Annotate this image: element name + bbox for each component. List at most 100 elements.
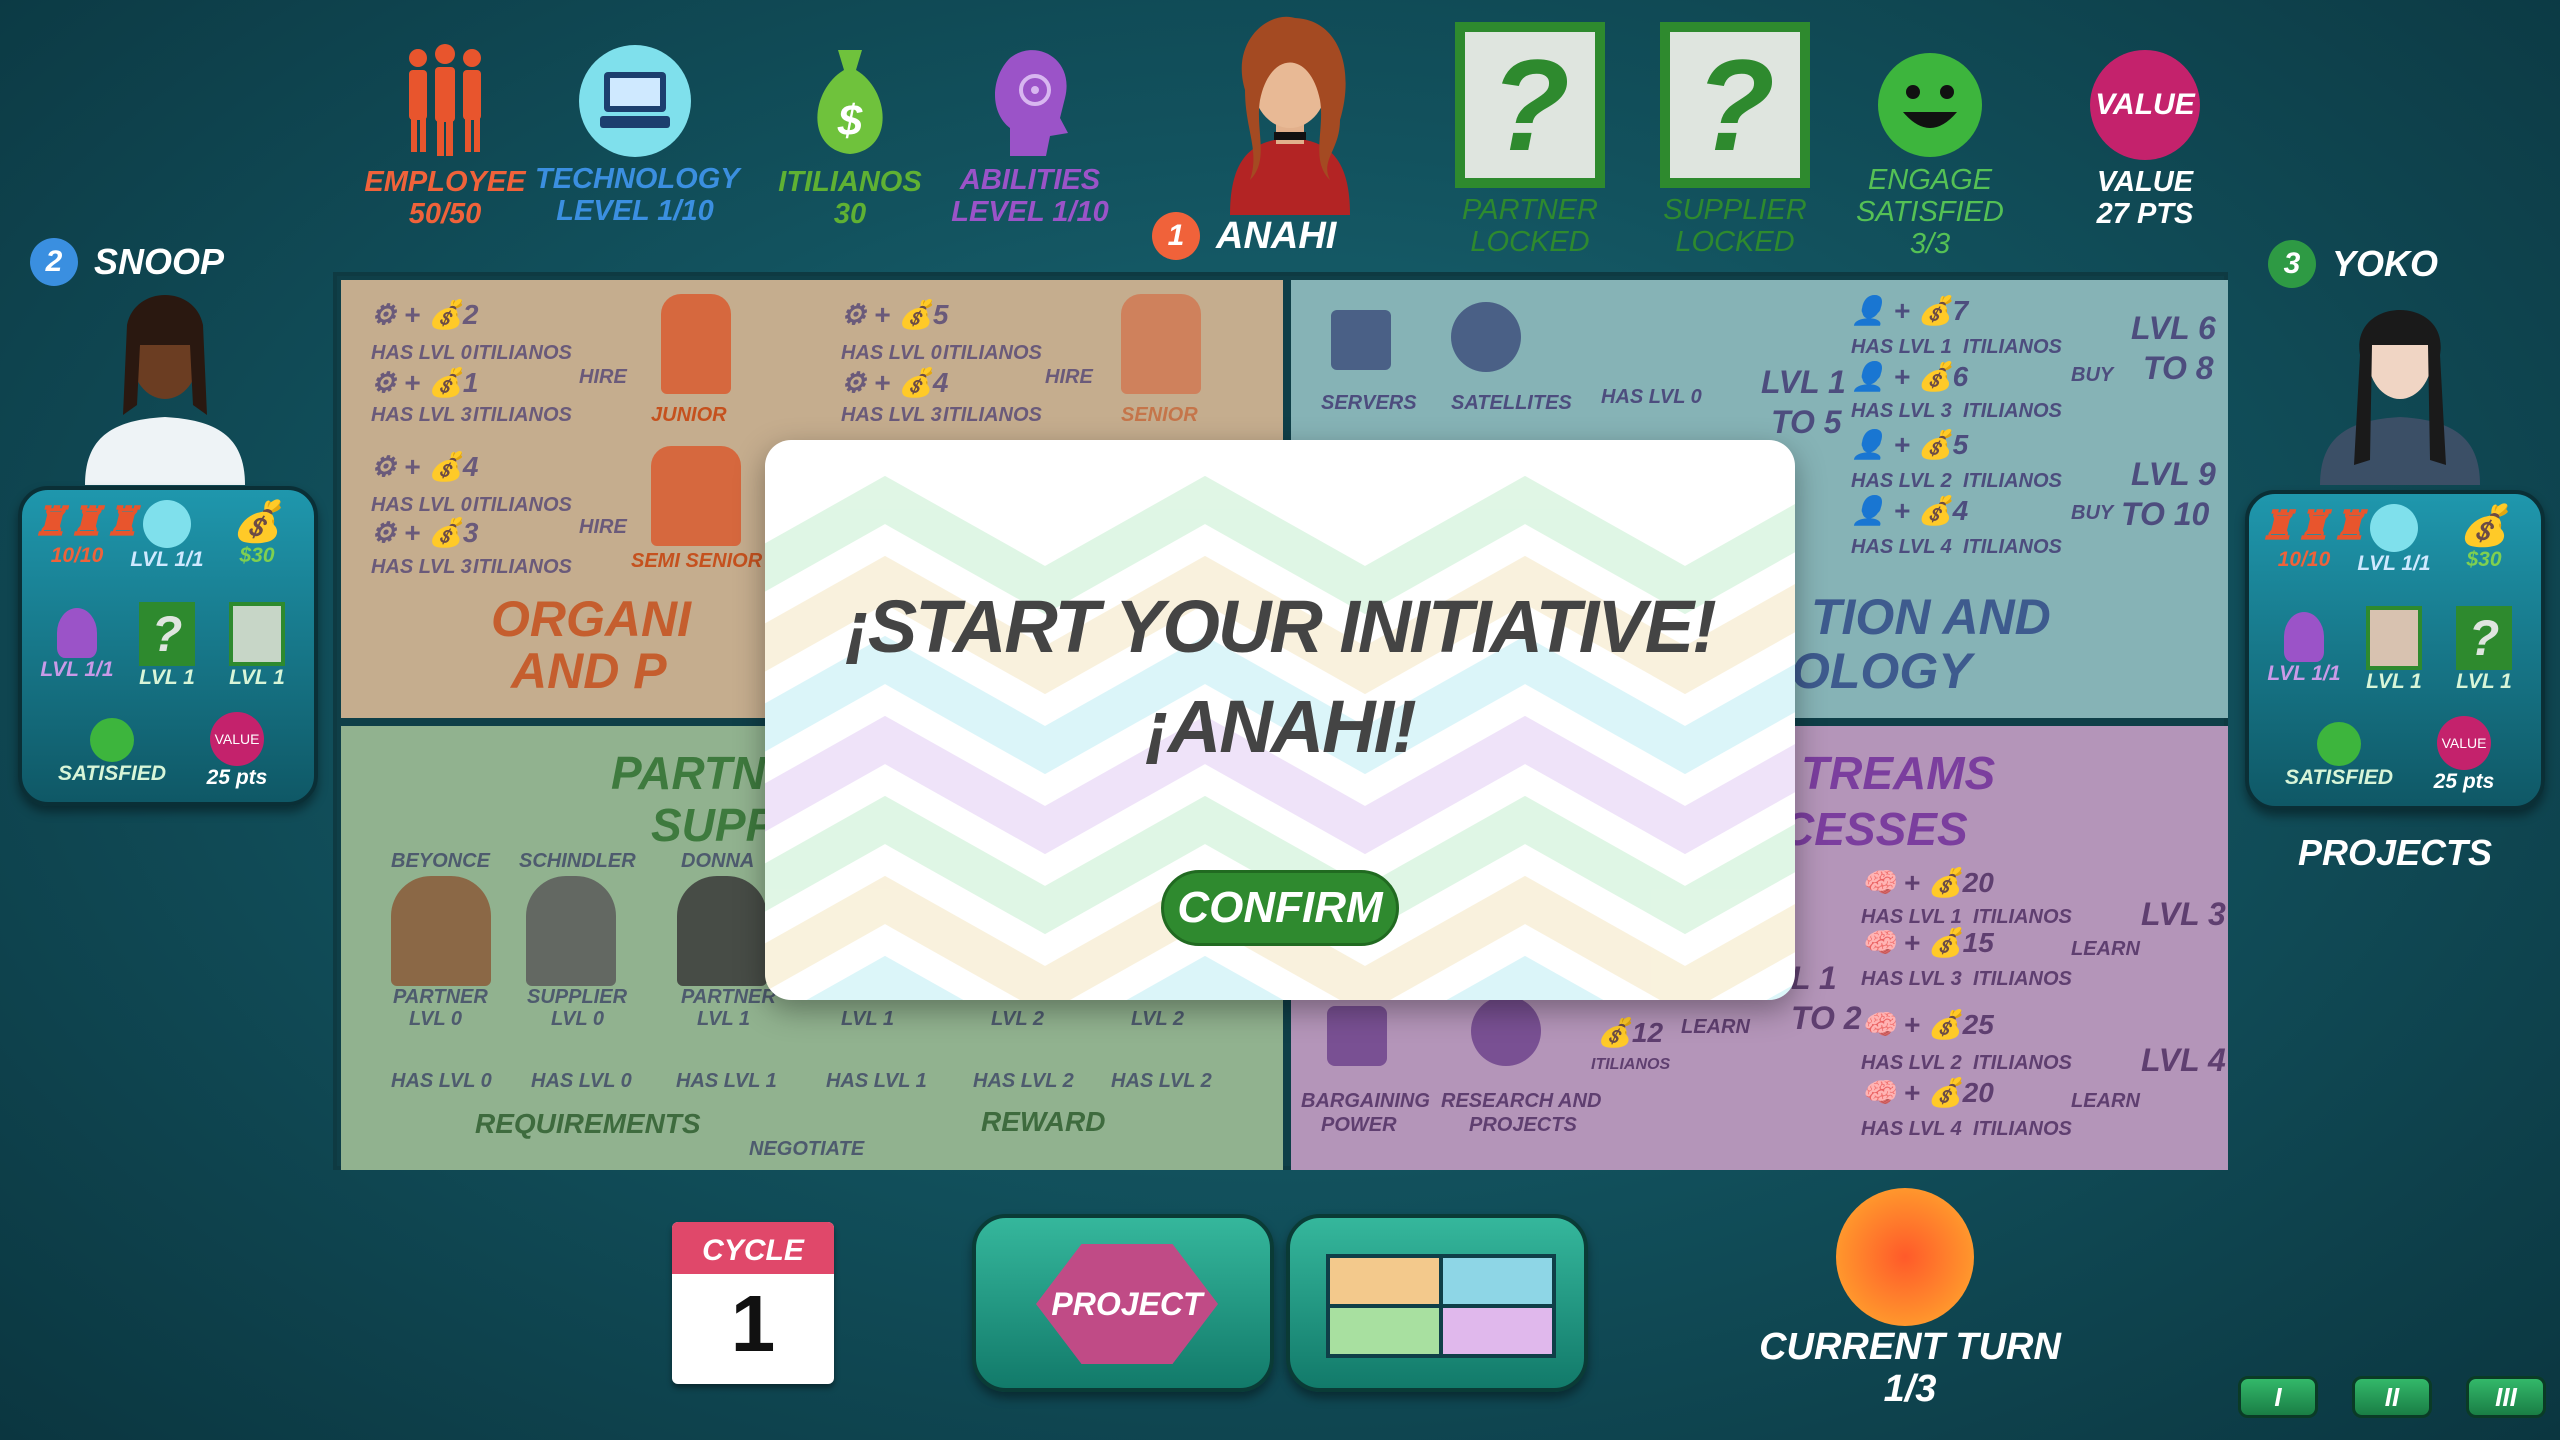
abilities-label: ABILITIES <box>959 164 1101 196</box>
board-view-button[interactable] <box>1286 1214 1588 1392</box>
q1-has-lvl0-b: HAS LVL 0 <box>841 342 942 364</box>
q3-supplier-a: SUPPLIER <box>527 986 628 1008</box>
q1-has-lvl3-b: HAS LVL 3 <box>841 404 942 426</box>
right-player-panel[interactable]: ♜♜♜ 10/10 LVL 1/1 💰 $30 LVL 1/1 LVL 1 ? … <box>2245 490 2545 810</box>
value-label: VALUE <box>2096 166 2194 198</box>
technology-stat: TECHNOLOGY LEVEL 1/10 <box>535 45 740 227</box>
q4-cost-25: 🧠 + 💰25 <box>1861 1009 1994 1040</box>
value-points: 27 PTS <box>2096 198 2194 230</box>
senior-worker-icon <box>1121 294 1201 394</box>
q4-projects: PROJECTS <box>1469 1114 1577 1136</box>
q1-cost-2: ⚙ + 💰2 <box>371 299 479 330</box>
partner-status: LOCKED <box>1470 226 1590 258</box>
q4-itilianos-c: ITILIANOS <box>1973 1052 2072 1074</box>
q3-lvl0-b: LVL 0 <box>551 1008 604 1030</box>
modal-player-name: ¡ANAHI! <box>1145 685 1417 768</box>
q4-cost-15: 🧠 + 💰15 <box>1861 927 1994 958</box>
employees-icon: ♜♜♜ <box>2259 504 2367 548</box>
confirm-button[interactable]: CONFIRM <box>1161 870 1399 946</box>
supplier-status: LOCKED <box>1675 226 1795 258</box>
q3-has-lvl1-a: HAS LVL 1 <box>676 1070 777 1092</box>
q4-cost-20: 🧠 + 💰20 <box>1861 867 1994 898</box>
cycle-label: CYCLE <box>672 1222 834 1274</box>
cycle-calendar: CYCLE 1 <box>672 1222 834 1384</box>
right-player-tag: 3 YOKO <box>2268 240 2438 288</box>
left-supplier: LVL 1 <box>212 602 302 690</box>
q2-lvl6-8-a: LVL 6 <box>2131 310 2216 346</box>
hexagon-icon: PROJECT <box>1036 1244 1218 1364</box>
q2-itilianos-c: ITILIANOS <box>1963 470 2062 492</box>
smiley-icon <box>90 718 134 762</box>
engage-stat: ENGAGE SATISFIED 3/3 <box>1840 52 2020 260</box>
q1-cost-4: ⚙ + 💰4 <box>841 367 949 398</box>
q4-has-lvl2: HAS LVL 2 <box>1861 1052 1962 1074</box>
right-player-avatar <box>2310 285 2490 485</box>
q3-lvl1-a: LVL 1 <box>697 1008 750 1030</box>
q2-lvl9-10-b: TO 10 <box>2121 496 2210 532</box>
q2-itilianos-a: ITILIANOS <box>1963 336 2062 358</box>
q4-lvl4: LVL 4 <box>2141 1042 2226 1078</box>
left-player-panel[interactable]: ♜♜♜ 10/10 LVL 1/1 💰 $30 LVL 1/1 ? LVL 1 … <box>18 486 318 806</box>
value-badge-icon: VALUE <box>2090 50 2200 160</box>
computer-icon <box>143 500 191 548</box>
value-badge-icon: VALUE <box>2437 716 2491 770</box>
right-supplier: ? LVL 1 <box>2439 606 2529 694</box>
q1-title-1: ORGANI <box>491 591 691 647</box>
satellite-icon <box>1451 302 1521 372</box>
engage-label-2: SATISFIED <box>1856 196 2004 228</box>
q2-has-lvl4: HAS LVL 4 <box>1851 536 1952 558</box>
money-bag-icon: 💰 <box>2459 504 2509 548</box>
itilianos-label: ITILIANOS <box>778 166 922 198</box>
q1-cost-3: ⚙ + 💰3 <box>371 517 479 548</box>
q4-has-lvl3: HAS LVL 3 <box>1861 968 1962 990</box>
junior-worker-icon <box>661 294 731 394</box>
q4-power: POWER <box>1321 1114 1397 1136</box>
q3-schindler: SCHINDLER <box>519 850 636 872</box>
q2-satellites: SATELLITES <box>1451 392 1572 414</box>
brain-head-icon <box>980 38 1080 158</box>
donna-portrait <box>677 876 767 986</box>
start-initiative-modal: ¡START YOUR INITIATIVE! ¡ANAHI! CONFIRM <box>765 440 1795 1000</box>
brain-head-icon <box>57 608 97 658</box>
current-turn-indicator: CURRENT TURN 1/3 <box>1740 1326 2080 1410</box>
projects-label[interactable]: PROJECTS <box>2250 832 2540 874</box>
q2-has-lvl1: HAS LVL 1 <box>1851 336 1952 358</box>
q3-beyonce: BEYONCE <box>391 850 490 872</box>
semi-senior-worker-icon <box>651 446 741 546</box>
project-button[interactable]: PROJECT <box>972 1214 1274 1392</box>
q2-buy-b: BUY <box>2071 502 2114 524</box>
q2-lvl1-5-b: TO 5 <box>1771 404 1842 440</box>
left-player-badge: 2 <box>30 238 78 286</box>
technology-value: LEVEL 1/10 <box>556 195 714 227</box>
q2-has-lvl2: HAS LVL 2 <box>1851 470 1952 492</box>
page-button-3[interactable]: III <box>2466 1376 2546 1418</box>
left-player-name: SNOOP <box>94 241 225 282</box>
q2-cost-5: 👤 + 💰5 <box>1851 429 1969 460</box>
technology-label: TECHNOLOGY <box>535 163 740 195</box>
q1-cost-1: ⚙ + 💰1 <box>371 367 479 398</box>
q2-buy-a: BUY <box>2071 364 2114 386</box>
engage-value: 3/3 <box>1909 228 1951 260</box>
engage-label: ENGAGE <box>1867 164 1993 196</box>
q1-hire-b: HIRE <box>1045 366 1093 388</box>
q2-has-lvl3: HAS LVL 3 <box>1851 400 1952 422</box>
right-technology: LVL 1/1 <box>2349 504 2439 576</box>
q2-lvl1-5-a: LVL 1 <box>1761 364 1846 400</box>
partner-stat: ? PARTNER LOCKED <box>1440 22 1620 258</box>
page-button-2[interactable]: II <box>2352 1376 2432 1418</box>
right-player-name: YOKO <box>2332 243 2439 284</box>
q2-title-1: TION AND <box>1811 589 2051 645</box>
q2-servers: SERVERS <box>1321 392 1417 414</box>
q1-has-lvl3-c: HAS LVL 3 <box>371 556 472 578</box>
supplier-question-glyph: ? <box>1695 32 1775 178</box>
q3-lvl0-a: LVL 0 <box>409 1008 462 1030</box>
smiley-icon <box>1877 52 1983 158</box>
current-turn-value: 1/3 <box>1883 1368 1937 1410</box>
q1-itilianos-d: ITILIANOS <box>943 404 1042 426</box>
q2-lvl9-10-a: LVL 9 <box>2131 456 2216 492</box>
page-button-1[interactable]: I <box>2238 1376 2318 1418</box>
partner-question-glyph: ? <box>1490 32 1570 178</box>
employees-icon: ♜♜♜ <box>32 500 140 544</box>
q2-itilianos-d: ITILIANOS <box>1963 536 2062 558</box>
value-badge-icon: VALUE <box>210 712 264 766</box>
